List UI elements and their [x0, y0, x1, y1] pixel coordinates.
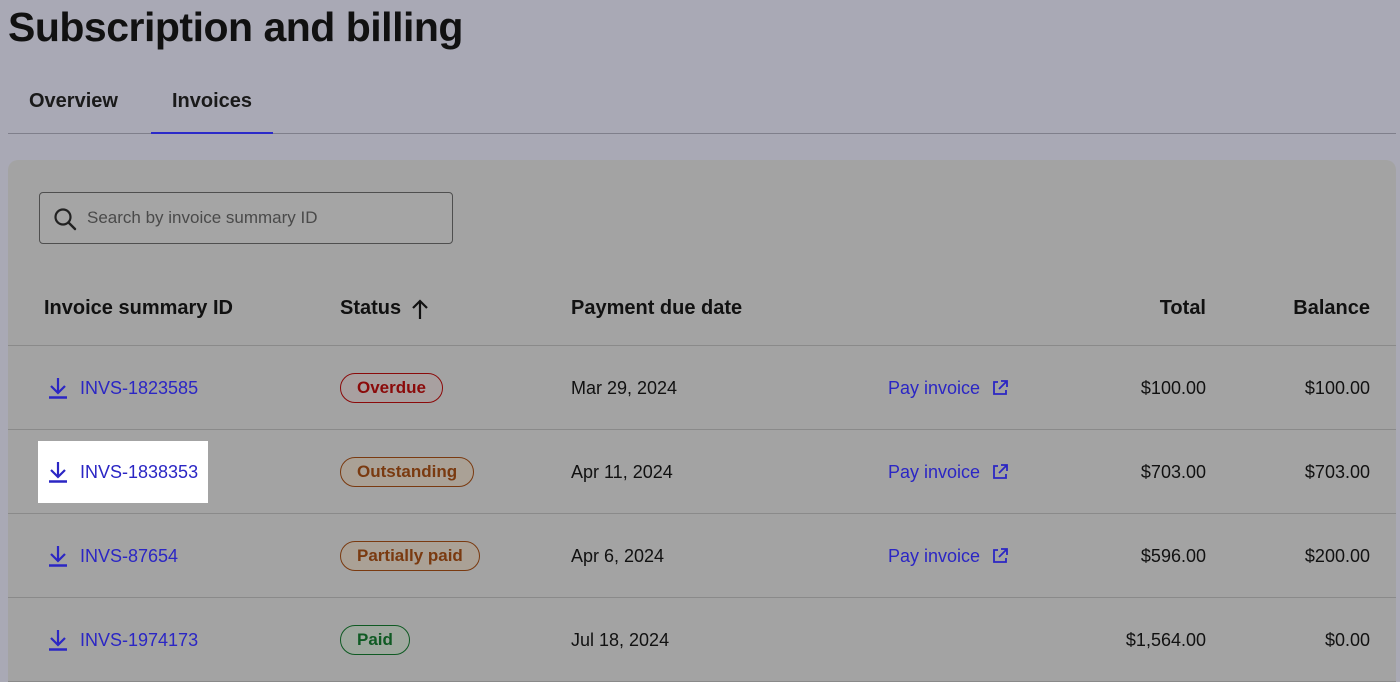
tab-overview[interactable]: Overview	[29, 90, 118, 133]
invoice-id-link[interactable]: INVS-1823585	[80, 378, 198, 399]
invoices-panel: Invoice summary ID Status Payment due da…	[8, 160, 1396, 682]
table-row: INVS-1823585 Overdue Mar 29, 2024 Pay in…	[8, 346, 1396, 430]
due-date: Apr 11, 2024	[571, 461, 673, 482]
due-date: Apr 6, 2024	[571, 545, 665, 566]
invoice-id-link[interactable]: INVS-87654	[80, 546, 178, 567]
invoice-id-cell: INVS-87654	[38, 514, 188, 598]
download-icon[interactable]	[48, 377, 68, 399]
balance-amount: $200.00	[1304, 545, 1370, 566]
table-row: INVS-1838353 Outstanding Apr 11, 2024 Pa…	[8, 430, 1396, 514]
pay-cell: Pay invoice	[888, 346, 1008, 430]
total-amount: $1,564.00	[1125, 629, 1206, 650]
invoice-id-cell: INVS-1823585	[38, 346, 208, 430]
status-badge: Outstanding	[340, 457, 475, 487]
status-badge: Overdue	[340, 373, 443, 403]
column-header-total[interactable]: Total	[1160, 297, 1206, 320]
search-icon	[54, 208, 77, 231]
balance-amount: $100.00	[1304, 377, 1370, 398]
balance-amount: $703.00	[1304, 461, 1370, 482]
pay-invoice-link[interactable]: Pay invoice	[888, 546, 980, 567]
total-amount: $596.00	[1140, 545, 1206, 566]
external-link-icon[interactable]	[992, 464, 1008, 480]
status-cell: Outstanding	[340, 430, 475, 514]
invoice-id-link[interactable]: INVS-1974173	[80, 630, 198, 651]
invoice-id-cell: INVS-1974173	[38, 598, 208, 682]
pay-cell: Pay invoice	[888, 430, 1008, 514]
search-input[interactable]	[87, 201, 437, 235]
column-header-balance[interactable]: Balance	[1293, 297, 1370, 320]
status-cell: Paid	[340, 598, 410, 682]
download-icon[interactable]	[48, 629, 68, 651]
table-row: INVS-1974173 Paid Jul 18, 2024 $1,564.00…	[8, 598, 1396, 682]
status-badge: Partially paid	[340, 541, 480, 571]
download-icon[interactable]	[48, 461, 68, 483]
column-header-invoice-id[interactable]: Invoice summary ID	[44, 297, 233, 320]
status-cell: Partially paid	[340, 514, 480, 598]
column-header-due-date[interactable]: Payment due date	[571, 297, 742, 320]
balance-amount: $0.00	[1324, 629, 1370, 650]
due-date: Mar 29, 2024	[571, 377, 678, 398]
external-link-icon[interactable]	[992, 380, 1008, 396]
invoice-id-cell: INVS-1838353	[38, 441, 209, 503]
pay-cell: Pay invoice	[888, 514, 1008, 598]
tab-invoices[interactable]: Invoices	[151, 90, 274, 134]
pay-invoice-link[interactable]: Pay invoice	[888, 378, 980, 399]
status-cell: Overdue	[340, 346, 443, 430]
total-amount: $703.00	[1140, 461, 1206, 482]
total-amount: $100.00	[1140, 377, 1206, 398]
table-row: INVS-87654 Partially paid Apr 6, 2024 Pa…	[8, 514, 1396, 598]
column-header-status-label: Status	[340, 297, 402, 319]
pay-invoice-link[interactable]: Pay invoice	[888, 462, 980, 483]
arrow-up-icon[interactable]	[411, 298, 429, 320]
tab-bar: Overview Invoices	[8, 78, 1396, 134]
invoice-id-link[interactable]: INVS-1838353	[80, 462, 198, 483]
external-link-icon[interactable]	[992, 548, 1008, 564]
search-box	[39, 192, 453, 244]
column-header-status[interactable]: Status	[340, 297, 429, 320]
page-title: Subscription and billing	[8, 4, 463, 50]
download-icon[interactable]	[48, 545, 68, 567]
status-badge: Paid	[340, 625, 410, 655]
due-date: Jul 18, 2024	[571, 629, 670, 650]
